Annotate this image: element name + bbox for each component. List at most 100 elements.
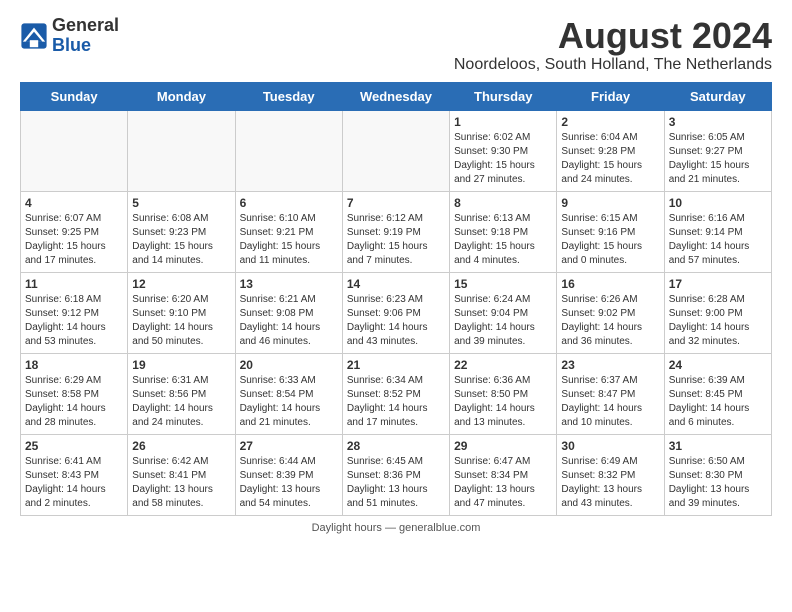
- day-info: Sunrise: 6:31 AMSunset: 8:56 PMDaylight:…: [132, 374, 230, 430]
- calendar-cell: 31Sunrise: 6:50 AMSunset: 8:30 PMDayligh…: [664, 434, 771, 515]
- col-thursday: Thursday: [450, 82, 557, 110]
- day-info: Sunrise: 6:24 AMSunset: 9:04 PMDaylight:…: [454, 293, 552, 349]
- day-number: 8: [454, 196, 552, 210]
- day-number: 1: [454, 115, 552, 129]
- day-number: 11: [25, 277, 123, 291]
- day-info: Sunrise: 6:37 AMSunset: 8:47 PMDaylight:…: [561, 374, 659, 430]
- day-number: 20: [240, 358, 338, 372]
- day-number: 28: [347, 439, 445, 453]
- day-info: Sunrise: 6:21 AMSunset: 9:08 PMDaylight:…: [240, 293, 338, 349]
- col-saturday: Saturday: [664, 82, 771, 110]
- daylight-label: Daylight hours: [312, 522, 382, 534]
- day-info: Sunrise: 6:07 AMSunset: 9:25 PMDaylight:…: [25, 212, 123, 268]
- calendar-body: 1 Sunrise: 6:02 AMSunset: 9:30 PMDaylight…: [21, 110, 772, 515]
- day-info: Sunrise: 6:45 AMSunset: 8:36 PMDaylight:…: [347, 455, 445, 511]
- calendar-cell: 1 Sunrise: 6:02 AMSunset: 9:30 PMDaylight…: [450, 110, 557, 191]
- day-number: 24: [669, 358, 767, 372]
- day-info: Sunrise: 6:47 AMSunset: 8:34 PMDaylight:…: [454, 455, 552, 511]
- calendar-cell: [235, 110, 342, 191]
- calendar-cell: 7Sunrise: 6:12 AMSunset: 9:19 PMDaylight…: [342, 191, 449, 272]
- day-info: Sunrise: 6:44 AMSunset: 8:39 PMDaylight:…: [240, 455, 338, 511]
- calendar-cell: 23 Sunrise: 6:37 AMSunset: 8:47 PMDayligh…: [557, 353, 664, 434]
- day-info: Sunrise: 6:34 AMSunset: 8:52 PMDaylight:…: [347, 374, 445, 430]
- calendar-cell: 28 Sunrise: 6:45 AMSunset: 8:36 PMDayligh…: [342, 434, 449, 515]
- logo-icon: [20, 22, 48, 50]
- calendar-cell: [128, 110, 235, 191]
- calendar-table: Sunday Monday Tuesday Wednesday Thursday…: [20, 82, 772, 516]
- calendar-cell: 6 Sunrise: 6:10 AMSunset: 9:21 PMDaylight…: [235, 191, 342, 272]
- day-info: Sunrise: 6:33 AMSunset: 8:54 PMDaylight:…: [240, 374, 338, 430]
- day-number: 17: [669, 277, 767, 291]
- col-friday: Friday: [557, 82, 664, 110]
- calendar-cell: 16Sunrise: 6:26 AMSunset: 9:02 PMDayligh…: [557, 272, 664, 353]
- day-number: 31: [669, 439, 767, 453]
- source-text: generalblue.com: [399, 522, 480, 534]
- calendar-cell: 8Sunrise: 6:13 AMSunset: 9:18 PMDaylight…: [450, 191, 557, 272]
- calendar-cell: 18Sunrise: 6:29 AMSunset: 8:58 PMDayligh…: [21, 353, 128, 434]
- day-number: 16: [561, 277, 659, 291]
- day-number: 5: [132, 196, 230, 210]
- day-info: Sunrise: 6:36 AMSunset: 8:50 PMDaylight:…: [454, 374, 552, 430]
- day-info: Sunrise: 6:10 AMSunset: 9:21 PMDaylight:…: [240, 212, 338, 268]
- calendar-cell: 19 Sunrise: 6:31 AMSunset: 8:56 PMDayligh…: [128, 353, 235, 434]
- calendar-cell: 22 Sunrise: 6:36 AMSunset: 8:50 PMDayligh…: [450, 353, 557, 434]
- day-number: 30: [561, 439, 659, 453]
- month-year-title: August 2024: [454, 16, 772, 56]
- calendar-cell: 20 Sunrise: 6:33 AMSunset: 8:54 PMDayligh…: [235, 353, 342, 434]
- calendar-header-row: Sunday Monday Tuesday Wednesday Thursday…: [21, 82, 772, 110]
- day-number: 12: [132, 277, 230, 291]
- day-info: Sunrise: 6:42 AMSunset: 8:41 PMDaylight:…: [132, 455, 230, 511]
- col-monday: Monday: [128, 82, 235, 110]
- day-number: 18: [25, 358, 123, 372]
- col-wednesday: Wednesday: [342, 82, 449, 110]
- day-info: Sunrise: 6:39 AMSunset: 8:45 PMDaylight:…: [669, 374, 767, 430]
- day-number: 3: [669, 115, 767, 129]
- calendar-cell: 13 Sunrise: 6:21 AMSunset: 9:08 PMDayligh…: [235, 272, 342, 353]
- calendar-week-3: 11 Sunrise: 6:18 AMSunset: 9:12 PMDayligh…: [21, 272, 772, 353]
- calendar-cell: [21, 110, 128, 191]
- day-number: 23: [561, 358, 659, 372]
- day-number: 29: [454, 439, 552, 453]
- calendar-cell: 9 Sunrise: 6:15 AMSunset: 9:16 PMDaylight…: [557, 191, 664, 272]
- day-number: 13: [240, 277, 338, 291]
- calendar-week-4: 18Sunrise: 6:29 AMSunset: 8:58 PMDayligh…: [21, 353, 772, 434]
- calendar-cell: 29 Sunrise: 6:47 AMSunset: 8:34 PMDayligh…: [450, 434, 557, 515]
- day-info: Sunrise: 6:16 AMSunset: 9:14 PMDaylight:…: [669, 212, 767, 268]
- calendar-cell: [342, 110, 449, 191]
- logo: General Blue: [20, 16, 119, 56]
- calendar-cell: 15 Sunrise: 6:24 AMSunset: 9:04 PMDayligh…: [450, 272, 557, 353]
- day-number: 14: [347, 277, 445, 291]
- day-info: Sunrise: 6:08 AMSunset: 9:23 PMDaylight:…: [132, 212, 230, 268]
- calendar-cell: 14 Sunrise: 6:23 AMSunset: 9:06 PMDayligh…: [342, 272, 449, 353]
- day-number: 15: [454, 277, 552, 291]
- calendar-cell: 10 Sunrise: 6:16 AMSunset: 9:14 PMDayligh…: [664, 191, 771, 272]
- day-info: Sunrise: 6:23 AMSunset: 9:06 PMDaylight:…: [347, 293, 445, 349]
- title-area: August 2024 Noordeloos, South Holland, T…: [454, 16, 772, 74]
- calendar-cell: 4 Sunrise: 6:07 AMSunset: 9:25 PMDaylight…: [21, 191, 128, 272]
- day-info: Sunrise: 6:02 AMSunset: 9:30 PMDaylight:…: [454, 131, 552, 187]
- day-number: 7: [347, 196, 445, 210]
- day-number: 19: [132, 358, 230, 372]
- calendar-cell: 24 Sunrise: 6:39 AMSunset: 8:45 PMDayligh…: [664, 353, 771, 434]
- calendar-cell: 17 Sunrise: 6:28 AMSunset: 9:00 PMDayligh…: [664, 272, 771, 353]
- footer: Daylight hours — generalblue.com: [20, 522, 772, 534]
- calendar-cell: 25Sunrise: 6:41 AMSunset: 8:43 PMDayligh…: [21, 434, 128, 515]
- header: General Blue August 2024 Noordeloos, Sou…: [20, 16, 772, 74]
- day-info: Sunrise: 6:18 AMSunset: 9:12 PMDaylight:…: [25, 293, 123, 349]
- day-number: 26: [132, 439, 230, 453]
- calendar-week-5: 25Sunrise: 6:41 AMSunset: 8:43 PMDayligh…: [21, 434, 772, 515]
- calendar-cell: 27Sunrise: 6:44 AMSunset: 8:39 PMDayligh…: [235, 434, 342, 515]
- calendar-week-1: 1 Sunrise: 6:02 AMSunset: 9:30 PMDaylight…: [21, 110, 772, 191]
- day-info: Sunrise: 6:49 AMSunset: 8:32 PMDaylight:…: [561, 455, 659, 511]
- day-number: 4: [25, 196, 123, 210]
- day-info: Sunrise: 6:28 AMSunset: 9:00 PMDaylight:…: [669, 293, 767, 349]
- col-sunday: Sunday: [21, 82, 128, 110]
- day-number: 22: [454, 358, 552, 372]
- calendar-cell: 12Sunrise: 6:20 AMSunset: 9:10 PMDayligh…: [128, 272, 235, 353]
- day-number: 10: [669, 196, 767, 210]
- day-info: Sunrise: 6:15 AMSunset: 9:16 PMDaylight:…: [561, 212, 659, 268]
- calendar-cell: 26 Sunrise: 6:42 AMSunset: 8:41 PMDayligh…: [128, 434, 235, 515]
- day-number: 2: [561, 115, 659, 129]
- day-number: 6: [240, 196, 338, 210]
- day-number: 9: [561, 196, 659, 210]
